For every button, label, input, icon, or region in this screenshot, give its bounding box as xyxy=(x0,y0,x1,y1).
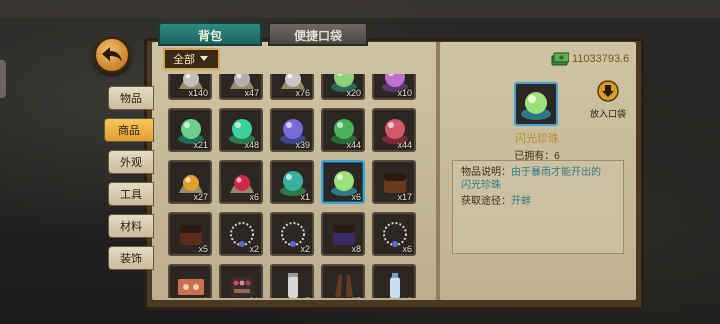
category-tab[interactable]: 物品 xyxy=(108,86,154,110)
item-quantity: x6 xyxy=(351,192,361,202)
description-value-line2: 闪光珍珠 xyxy=(461,180,501,191)
item-icon xyxy=(225,269,259,298)
item-quantity: x17 xyxy=(397,192,412,202)
item-quantity: x2 xyxy=(249,244,259,254)
inventory-slot[interactable]: x44 xyxy=(321,108,365,152)
item-icon xyxy=(174,269,208,298)
tab-bag[interactable]: 背包 xyxy=(158,22,262,46)
glowing-pearl-icon xyxy=(521,92,551,120)
item-quantity: x10 xyxy=(397,88,412,98)
item-quantity: x5 xyxy=(198,244,208,254)
inventory-slot[interactable]: x39 xyxy=(270,108,314,152)
item-icon xyxy=(327,269,361,298)
item-quantity: x21 xyxy=(244,296,259,298)
inventory-slot[interactable]: x10 xyxy=(372,74,416,100)
category-tab[interactable]: 装饰 xyxy=(108,246,154,270)
inventory-slot[interactable]: x1 xyxy=(168,264,212,298)
top-strip xyxy=(0,0,720,18)
inventory-slot[interactable]: x6 xyxy=(372,212,416,256)
item-info-box: 物品说明：由于暴雨才能开出的 闪光珍珠 获取途径：开蚌 xyxy=(452,160,624,254)
item-quantity: x48 xyxy=(244,140,259,150)
item-quantity: x140 xyxy=(188,88,208,98)
inventory-slot[interactable]: x1 xyxy=(270,160,314,204)
chevron-down-icon xyxy=(200,56,208,61)
inventory-slot[interactable]: x20 xyxy=(321,74,365,100)
inventory-slot[interactable]: x76 xyxy=(270,74,314,100)
inventory-slot[interactable]: x17 xyxy=(372,160,416,204)
inventory-slot[interactable]: x27 xyxy=(321,264,365,298)
put-in-pocket-button[interactable]: 放入口袋 xyxy=(588,80,628,119)
filter-selected: 全部 xyxy=(173,54,195,66)
item-quantity: x47 xyxy=(244,88,259,98)
inventory-slot[interactable]: x140 xyxy=(168,74,212,100)
left-edge-handle[interactable] xyxy=(0,60,6,98)
selected-item-icon xyxy=(514,82,558,126)
inventory-slot[interactable]: x6 xyxy=(219,160,263,204)
inventory-slot[interactable]: x2 xyxy=(219,212,263,256)
item-quantity: x6 xyxy=(402,244,412,254)
money-display: 11033793.6 xyxy=(551,52,629,66)
download-arrow-icon xyxy=(597,80,619,102)
item-quantity: x20 xyxy=(346,88,361,98)
category-tab[interactable]: 外观 xyxy=(108,150,154,174)
description-key: 物品说明： xyxy=(461,167,511,178)
put-in-pocket-label: 放入口袋 xyxy=(589,109,626,119)
inventory-slot[interactable]: x2 xyxy=(270,212,314,256)
inventory-slot[interactable]: x44 xyxy=(372,108,416,152)
item-icon xyxy=(378,269,412,298)
item-quantity: x13 xyxy=(397,296,412,298)
item-icon xyxy=(276,269,310,298)
item-grid: x140 x47 x76 x20 x10 x21 x48 x39 x44 x44 x27 x6 x1 x6… xyxy=(168,74,426,298)
item-quantity: x1 xyxy=(198,296,208,298)
inventory-slot[interactable]: x6 xyxy=(321,160,365,204)
source-value: 开蚌 xyxy=(511,196,531,207)
inventory-slot[interactable]: x8 xyxy=(321,212,365,256)
item-quantity: x21 xyxy=(193,140,208,150)
item-quantity: x2 xyxy=(300,244,310,254)
inventory-slot[interactable]: x48 xyxy=(219,108,263,152)
item-quantity: x39 xyxy=(295,140,310,150)
item-quantity: x1 xyxy=(300,192,310,202)
money-amount: 11033793.6 xyxy=(572,53,630,65)
inventory-slot[interactable]: x47 xyxy=(219,74,263,100)
description-value-line1: 由于暴雨才能开出的 xyxy=(511,167,601,178)
inventory-slot[interactable]: x13 xyxy=(372,264,416,298)
item-quantity: x44 xyxy=(346,140,361,150)
category-tab[interactable]: 商品 xyxy=(104,118,154,142)
item-quantity: x7 xyxy=(300,296,310,298)
item-quantity: x44 xyxy=(397,140,412,150)
inventory-slot[interactable]: x5 xyxy=(168,212,212,256)
item-quantity: x8 xyxy=(351,244,361,254)
filter-dropdown[interactable]: 全部 xyxy=(163,48,220,70)
inventory-slot[interactable]: x21 xyxy=(219,264,263,298)
item-name: 闪光珍珠 xyxy=(515,133,559,145)
category-tab[interactable]: 材料 xyxy=(108,214,154,238)
inventory-slot[interactable]: x21 xyxy=(168,108,212,152)
item-quantity: x27 xyxy=(193,192,208,202)
source-key: 获取途径： xyxy=(461,196,511,207)
tab-quick-pocket[interactable]: 便捷口袋 xyxy=(268,22,368,46)
cash-icon xyxy=(551,52,569,66)
item-quantity: x27 xyxy=(346,296,361,298)
inventory-slot[interactable]: x7 xyxy=(270,264,314,298)
back-button[interactable] xyxy=(93,36,131,74)
inventory-slot[interactable]: x27 xyxy=(168,160,212,204)
category-tab[interactable]: 工具 xyxy=(108,182,154,206)
item-quantity: x76 xyxy=(295,88,310,98)
item-quantity: x6 xyxy=(249,192,259,202)
back-arrow-icon xyxy=(102,47,122,62)
